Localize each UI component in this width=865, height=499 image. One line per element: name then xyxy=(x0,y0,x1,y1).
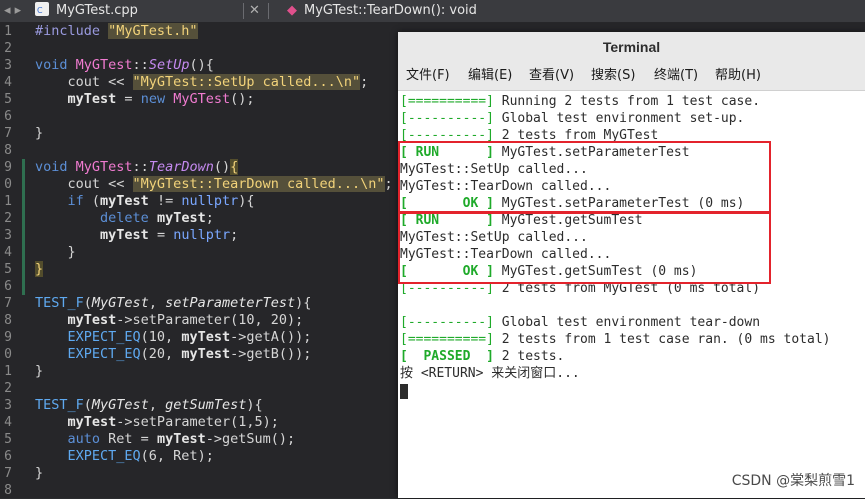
menu-view[interactable]: 查看(V) xyxy=(529,62,574,90)
terminal-line: [==========] 2 tests from 1 test case ra… xyxy=(400,332,831,347)
terminal-line: [----------] Global test environment tea… xyxy=(400,315,761,330)
code-line: } xyxy=(35,125,44,141)
terminal-line: [ PASSED ] 2 tests. xyxy=(400,349,565,364)
change-marker xyxy=(22,193,25,210)
code-line: } xyxy=(35,465,44,481)
menu-search[interactable]: 搜索(S) xyxy=(591,62,635,90)
terminal-line: [----------] Global test environment set… xyxy=(400,111,745,126)
code-line: auto Ret = myTest->getSum(); xyxy=(67,431,296,447)
change-marker xyxy=(22,227,25,244)
line-number: 4 xyxy=(4,245,12,260)
terminal-output[interactable]: [==========] Running 2 tests from 1 test… xyxy=(398,91,865,498)
symbol-icon: ◆ xyxy=(287,3,297,18)
change-marker xyxy=(22,278,25,295)
menu-edit[interactable]: 编辑(E) xyxy=(468,62,512,90)
line-number: 4 xyxy=(4,75,12,90)
watermark: CSDN @棠梨煎雪1 xyxy=(731,473,855,489)
line-number: 3 xyxy=(4,398,12,413)
code-line: } xyxy=(35,363,44,379)
menu-help[interactable]: 帮助(H) xyxy=(715,62,761,90)
line-number: 8 xyxy=(4,313,12,328)
close-tab-icon[interactable]: ✕ xyxy=(249,0,260,22)
terminal-cursor xyxy=(400,384,408,399)
line-number: 3 xyxy=(4,58,12,73)
line-number: 2 xyxy=(4,41,12,56)
change-marker xyxy=(22,159,25,176)
change-marker xyxy=(22,210,25,227)
tab-separator xyxy=(268,3,269,19)
line-number: 1 xyxy=(4,194,12,209)
code-line: myTest->setParameter(1,5); xyxy=(67,414,279,430)
code-line: if (myTest != nullptr){ xyxy=(67,193,255,209)
line-number: 8 xyxy=(4,143,12,158)
line-number: 6 xyxy=(4,449,12,464)
terminal-line: 按 <RETURN> 来关闭窗口... xyxy=(400,366,580,381)
terminal-line: [==========] Running 2 tests from 1 test… xyxy=(400,94,761,109)
code-line: void MyGTest::SetUp(){ xyxy=(35,57,214,73)
terminal-window[interactable]: Terminal 文件(F) 编辑(E) 查看(V) 搜索(S) 终端(T) 帮… xyxy=(398,32,865,498)
line-number: 5 xyxy=(4,92,12,107)
symbol-selector[interactable]: MyGTest::TearDown(): void xyxy=(304,0,477,22)
line-number: 3 xyxy=(4,228,12,243)
line-number: 1 xyxy=(4,364,12,379)
code-line: delete myTest; xyxy=(100,210,214,226)
code-line: } xyxy=(35,244,76,260)
file-tab-label[interactable]: MyGTest.cpp xyxy=(56,0,138,22)
code-line: TEST_F(MyGTest, setParameterTest){ xyxy=(35,295,312,311)
change-marker xyxy=(22,176,25,193)
tab-separator xyxy=(243,3,244,19)
menu-terminal[interactable]: 终端(T) xyxy=(654,62,698,90)
code-line: myTest = nullptr; xyxy=(100,227,239,243)
line-number: 7 xyxy=(4,296,12,311)
line-number: 9 xyxy=(4,330,12,345)
line-number: 0 xyxy=(4,347,12,362)
code-line: EXPECT_EQ(20, myTest->getB()); xyxy=(67,346,312,362)
line-number: 8 xyxy=(4,483,12,498)
line-number: 7 xyxy=(4,466,12,481)
line-number: 1 xyxy=(4,24,12,39)
nav-arrows-icon[interactable]: ◂ ▸ xyxy=(4,0,21,22)
line-number: 6 xyxy=(4,279,12,294)
line-number: 4 xyxy=(4,415,12,430)
highlight-box-setparametertest xyxy=(398,141,771,214)
code-line: void MyGTest::TearDown(){ xyxy=(35,159,239,175)
code-line: cout << "MyGTest::TearDown called...\n"; xyxy=(35,176,393,192)
terminal-title: Terminal xyxy=(398,32,865,62)
editor-tab-bar: ◂ ▸ C MyGTest.cpp ✕ ◆ MyGTest::TearDown(… xyxy=(0,0,865,22)
line-number: 2 xyxy=(4,211,12,226)
line-number: 5 xyxy=(4,432,12,447)
line-number: 7 xyxy=(4,126,12,141)
terminal-menu-bar: 文件(F) 编辑(E) 查看(V) 搜索(S) 终端(T) 帮助(H) xyxy=(398,62,865,91)
code-line: EXPECT_EQ(6, Ret); xyxy=(67,448,214,464)
code-line: myTest->setParameter(10, 20); xyxy=(67,312,304,328)
line-number: 2 xyxy=(4,381,12,396)
code-line: } xyxy=(35,261,44,277)
line-number: 5 xyxy=(4,262,12,277)
cpp-file-icon: C xyxy=(34,0,50,22)
code-line: #include "MyGTest.h" xyxy=(35,23,198,39)
line-number: 6 xyxy=(4,109,12,124)
menu-file[interactable]: 文件(F) xyxy=(406,62,450,90)
line-number: 9 xyxy=(4,160,12,175)
change-marker xyxy=(22,261,25,278)
code-line: EXPECT_EQ(10, myTest->getA()); xyxy=(67,329,312,345)
svg-text:C: C xyxy=(37,6,43,15)
highlight-box-getsumtest xyxy=(398,211,771,284)
code-line: myTest = new MyGTest(); xyxy=(67,91,255,107)
change-marker xyxy=(22,244,25,261)
line-number: 0 xyxy=(4,177,12,192)
code-line: cout << "MyGTest::SetUp called...\n"; xyxy=(35,74,369,90)
code-line: TEST_F(MyGTest, getSumTest){ xyxy=(35,397,263,413)
